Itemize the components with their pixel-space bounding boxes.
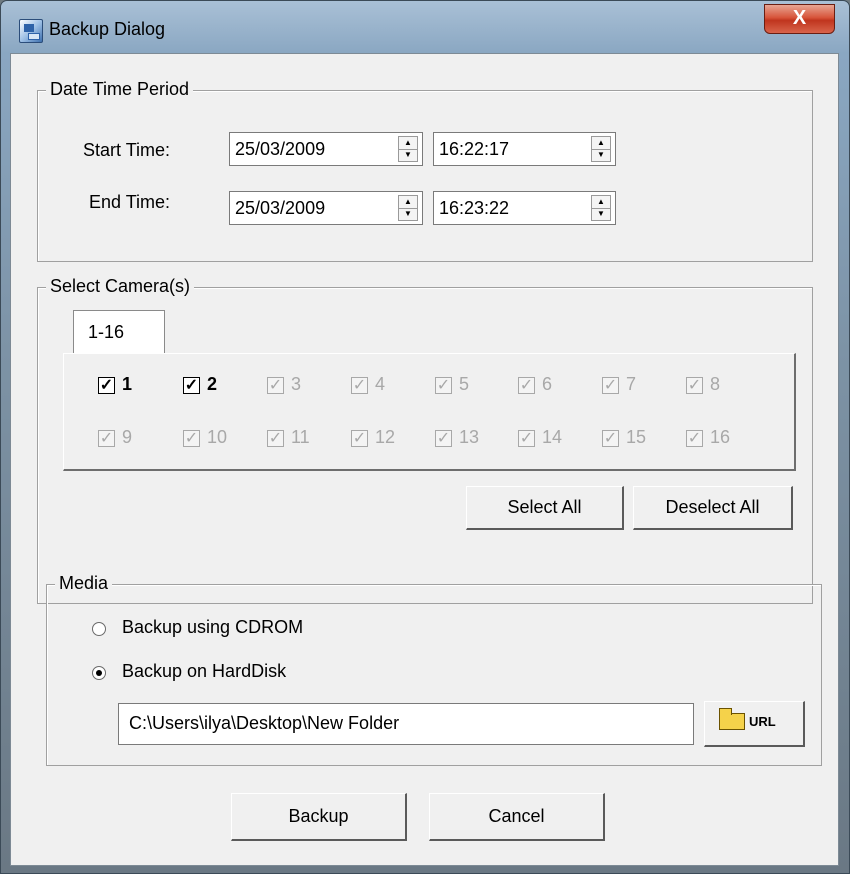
end-date-spin-buttons[interactable]: ▲ ▼ bbox=[398, 195, 418, 221]
camera-tab-pane: ✓ 1 ✓ 2 ✓ 3 ✓ 4 ✓ 5 ✓ 6 ✓ 7 ✓ 8 ✓ 9 ✓ 10 ✓ 11 ✓ 12 ✓… bbox=[63, 353, 796, 471]
backup-button[interactable]: Backup bbox=[231, 793, 407, 841]
end-time-down-arrow-icon[interactable]: ▼ bbox=[592, 208, 610, 220]
camera-label: 14 bbox=[542, 427, 563, 447]
cancel-button[interactable]: Cancel bbox=[429, 793, 605, 841]
end-time-label: End Time: bbox=[89, 192, 171, 212]
start-date-spin-buttons[interactable]: ▲ ▼ bbox=[398, 136, 418, 162]
title-bar[interactable]: Backup Dialog X bbox=[1, 1, 849, 49]
backup-dialog-window: Backup Dialog X Date Time Period Start T… bbox=[0, 0, 850, 874]
camera-group-label: Select Camera(s) bbox=[46, 276, 195, 297]
checkbox-icon: ✓ bbox=[183, 430, 200, 447]
backup-path-field[interactable]: C:\Users\ilya\Desktop\New Folder bbox=[118, 703, 694, 745]
date-time-group: Date Time Period bbox=[37, 79, 813, 262]
checkbox-icon: ✓ bbox=[98, 377, 115, 394]
backup-path-value: C:\Users\ilya\Desktop\New Folder bbox=[129, 713, 400, 733]
checkbox-icon: ✓ bbox=[686, 430, 703, 447]
start-date-spinner[interactable]: 25/03/2009 ▲ ▼ bbox=[229, 132, 423, 166]
url-label: URL bbox=[749, 714, 776, 729]
app-icon bbox=[19, 19, 43, 43]
radio-label: Backup using CDROM bbox=[122, 617, 304, 637]
checkbox-icon: ✓ bbox=[98, 430, 115, 447]
camera-label: 13 bbox=[459, 427, 480, 447]
end-time-spinner[interactable]: 16:23:22 ▲ ▼ bbox=[433, 191, 616, 225]
radio-label: Backup on HardDisk bbox=[122, 661, 287, 681]
start-date-down-arrow-icon[interactable]: ▼ bbox=[399, 149, 417, 161]
checkbox-icon: ✓ bbox=[518, 430, 535, 447]
end-date-value: 25/03/2009 bbox=[235, 198, 326, 218]
start-time-value: 16:22:17 bbox=[439, 139, 510, 159]
deselect-all-button[interactable]: Deselect All bbox=[633, 486, 793, 530]
start-time-label: Start Time: bbox=[83, 140, 171, 160]
camera-label: 2 bbox=[207, 374, 218, 394]
select-all-button[interactable]: Select All bbox=[466, 486, 624, 530]
camera-label: 16 bbox=[710, 427, 731, 447]
date-time-group-label: Date Time Period bbox=[46, 79, 194, 100]
browse-folder-button[interactable]: URL bbox=[704, 701, 805, 747]
camera-label: 9 bbox=[122, 427, 133, 447]
end-date-spinner[interactable]: 25/03/2009 ▲ ▼ bbox=[229, 191, 423, 225]
start-date-value: 25/03/2009 bbox=[235, 139, 326, 159]
tab-cameras-1-16[interactable]: 1-16 bbox=[73, 310, 165, 354]
camera-label: 4 bbox=[375, 374, 386, 394]
camera-label: 1 bbox=[122, 374, 133, 394]
camera-label: 5 bbox=[459, 374, 470, 394]
end-date-down-arrow-icon[interactable]: ▼ bbox=[399, 208, 417, 220]
end-time-spin-buttons[interactable]: ▲ ▼ bbox=[591, 195, 611, 221]
camera-label: 12 bbox=[375, 427, 396, 447]
open-folder-icon bbox=[719, 708, 745, 730]
checkbox-icon: ✓ bbox=[602, 430, 619, 447]
camera-label: 10 bbox=[207, 427, 228, 447]
radio-icon bbox=[92, 622, 106, 636]
checkbox-icon: ✓ bbox=[183, 377, 200, 394]
camera-label: 6 bbox=[542, 374, 553, 394]
window-title: Backup Dialog bbox=[49, 19, 166, 39]
checkbox-icon: ✓ bbox=[435, 377, 452, 394]
camera-label: 11 bbox=[291, 427, 310, 447]
tab-label: 1-16 bbox=[88, 322, 125, 342]
camera-label: 7 bbox=[626, 374, 637, 394]
start-time-down-arrow-icon[interactable]: ▼ bbox=[592, 149, 610, 161]
camera-label: 3 bbox=[291, 374, 302, 394]
checkbox-icon: ✓ bbox=[351, 430, 368, 447]
camera-label: 8 bbox=[710, 374, 721, 394]
checkbox-icon: ✓ bbox=[351, 377, 368, 394]
start-time-spinner[interactable]: 16:22:17 ▲ ▼ bbox=[433, 132, 616, 166]
close-button[interactable]: X bbox=[764, 4, 835, 34]
checkbox-icon: ✓ bbox=[602, 377, 619, 394]
checkbox-icon: ✓ bbox=[267, 430, 284, 447]
end-time-value: 16:23:22 bbox=[439, 198, 510, 218]
checkbox-icon: ✓ bbox=[518, 377, 535, 394]
radio-icon bbox=[92, 666, 106, 680]
media-group-label: Media bbox=[55, 573, 113, 594]
checkbox-icon: ✓ bbox=[267, 377, 284, 394]
checkbox-icon: ✓ bbox=[435, 430, 452, 447]
checkbox-icon: ✓ bbox=[686, 377, 703, 394]
start-time-spin-buttons[interactable]: ▲ ▼ bbox=[591, 136, 611, 162]
camera-label: 15 bbox=[626, 427, 647, 447]
